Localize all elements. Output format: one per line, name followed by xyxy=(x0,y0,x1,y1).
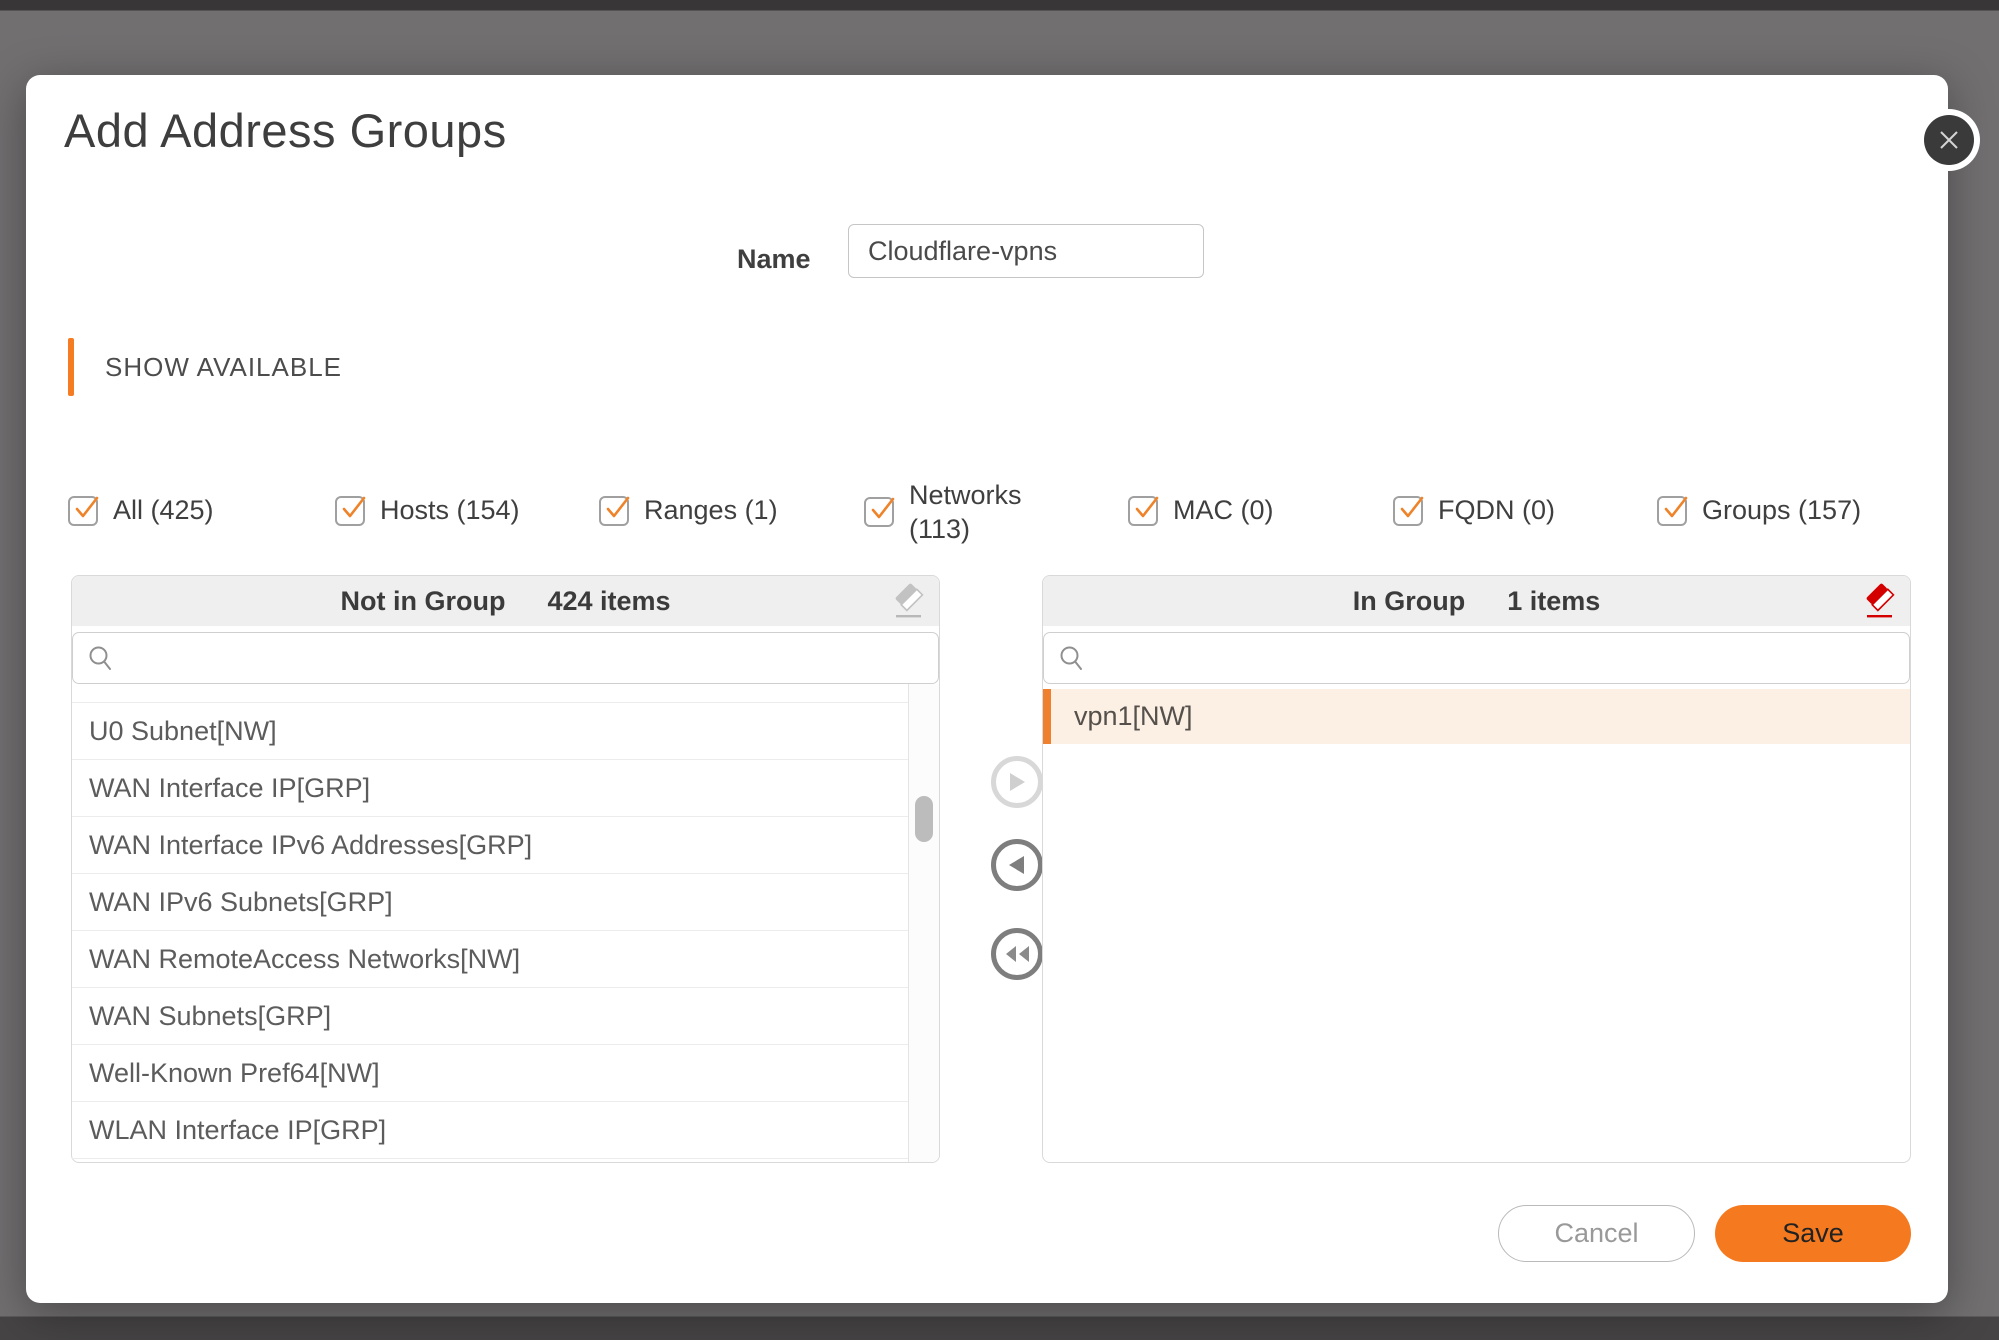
scrollbar-track[interactable] xyxy=(908,684,939,1162)
panel-item-count: 424 items xyxy=(547,586,670,617)
arrow-left-icon xyxy=(1008,855,1026,875)
section-accent-bar xyxy=(68,338,74,396)
search-input[interactable] xyxy=(1043,632,1910,684)
filter-groups[interactable]: Groups (157) xyxy=(1657,495,1861,526)
not-in-group-panel: Not in Group 424 items xyxy=(71,575,940,1163)
arrow-right-icon xyxy=(1008,772,1026,792)
list-item[interactable]: WAN Subnets[GRP] xyxy=(72,988,909,1045)
eraser-icon xyxy=(891,582,927,622)
list-item[interactable]: U0 Subnet[NW] xyxy=(72,703,909,760)
not-in-group-list: U0 Subnet[NW] WAN Interface IP[GRP] WAN … xyxy=(72,684,909,1159)
checkbox-checked-icon[interactable] xyxy=(1393,496,1423,526)
page-title: Add Address Groups xyxy=(64,103,507,158)
checkbox-checked-icon[interactable] xyxy=(335,496,365,526)
checkbox-checked-icon[interactable] xyxy=(599,496,629,526)
add-address-groups-dialog: Add Address Groups Name SHOW AVAILABLE A… xyxy=(26,75,1948,1303)
close-button[interactable] xyxy=(1918,109,1980,171)
close-icon xyxy=(1924,115,1974,165)
in-group-header: In Group 1 items xyxy=(1043,576,1910,626)
filter-hosts[interactable]: Hosts (154) xyxy=(335,495,520,526)
list-item[interactable]: WAN IPv6 Subnets[GRP] xyxy=(72,874,909,931)
filter-all[interactable]: All (425) xyxy=(68,495,214,526)
checkbox-checked-icon[interactable] xyxy=(1657,496,1687,526)
list-item-selected[interactable]: vpn1[NW] xyxy=(1043,689,1910,744)
name-field-label: Name xyxy=(737,244,811,275)
list-item[interactable]: WLAN Interface IP[GRP] xyxy=(72,1102,909,1159)
filter-mac[interactable]: MAC (0) xyxy=(1128,495,1274,526)
panel-title: Not in Group xyxy=(340,586,505,617)
checkbox-checked-icon[interactable] xyxy=(68,496,98,526)
name-field[interactable] xyxy=(848,224,1204,278)
search-input[interactable] xyxy=(72,632,939,684)
checkbox-checked-icon[interactable] xyxy=(1128,496,1158,526)
panel-title: In Group xyxy=(1353,586,1465,617)
filter-networks[interactable]: Networks (113) xyxy=(864,478,1022,546)
scrollbar-thumb[interactable] xyxy=(915,796,933,842)
move-left-button[interactable] xyxy=(991,839,1043,891)
show-available-section-header: SHOW AVAILABLE xyxy=(68,338,342,396)
panel-item-count: 1 items xyxy=(1507,586,1600,617)
list-item[interactable]: WAN Interface IP[GRP] xyxy=(72,760,909,817)
clear-group-button[interactable] xyxy=(1862,582,1898,622)
double-arrow-left-icon xyxy=(1004,944,1031,964)
list-item[interactable]: Well-Known Pref64[NW] xyxy=(72,1045,909,1102)
move-right-button[interactable] xyxy=(991,756,1043,808)
filter-ranges[interactable]: Ranges (1) xyxy=(599,495,778,526)
move-all-left-button[interactable] xyxy=(991,928,1043,980)
cancel-button[interactable]: Cancel xyxy=(1498,1205,1695,1262)
clear-selection-button[interactable] xyxy=(891,582,927,622)
filter-fqdn[interactable]: FQDN (0) xyxy=(1393,495,1555,526)
in-group-search xyxy=(1043,632,1910,684)
not-in-group-search xyxy=(72,632,939,684)
in-group-panel: In Group 1 items vpn1[N xyxy=(1042,575,1911,1163)
not-in-group-header: Not in Group 424 items xyxy=(72,576,939,626)
save-button[interactable]: Save xyxy=(1715,1205,1911,1262)
checkbox-checked-icon[interactable] xyxy=(864,497,894,527)
list-item-partial xyxy=(72,684,909,703)
list-item[interactable]: WAN Interface IPv6 Addresses[GRP] xyxy=(72,817,909,874)
list-item[interactable]: WAN RemoteAccess Networks[NW] xyxy=(72,931,909,988)
eraser-red-icon xyxy=(1862,582,1898,622)
